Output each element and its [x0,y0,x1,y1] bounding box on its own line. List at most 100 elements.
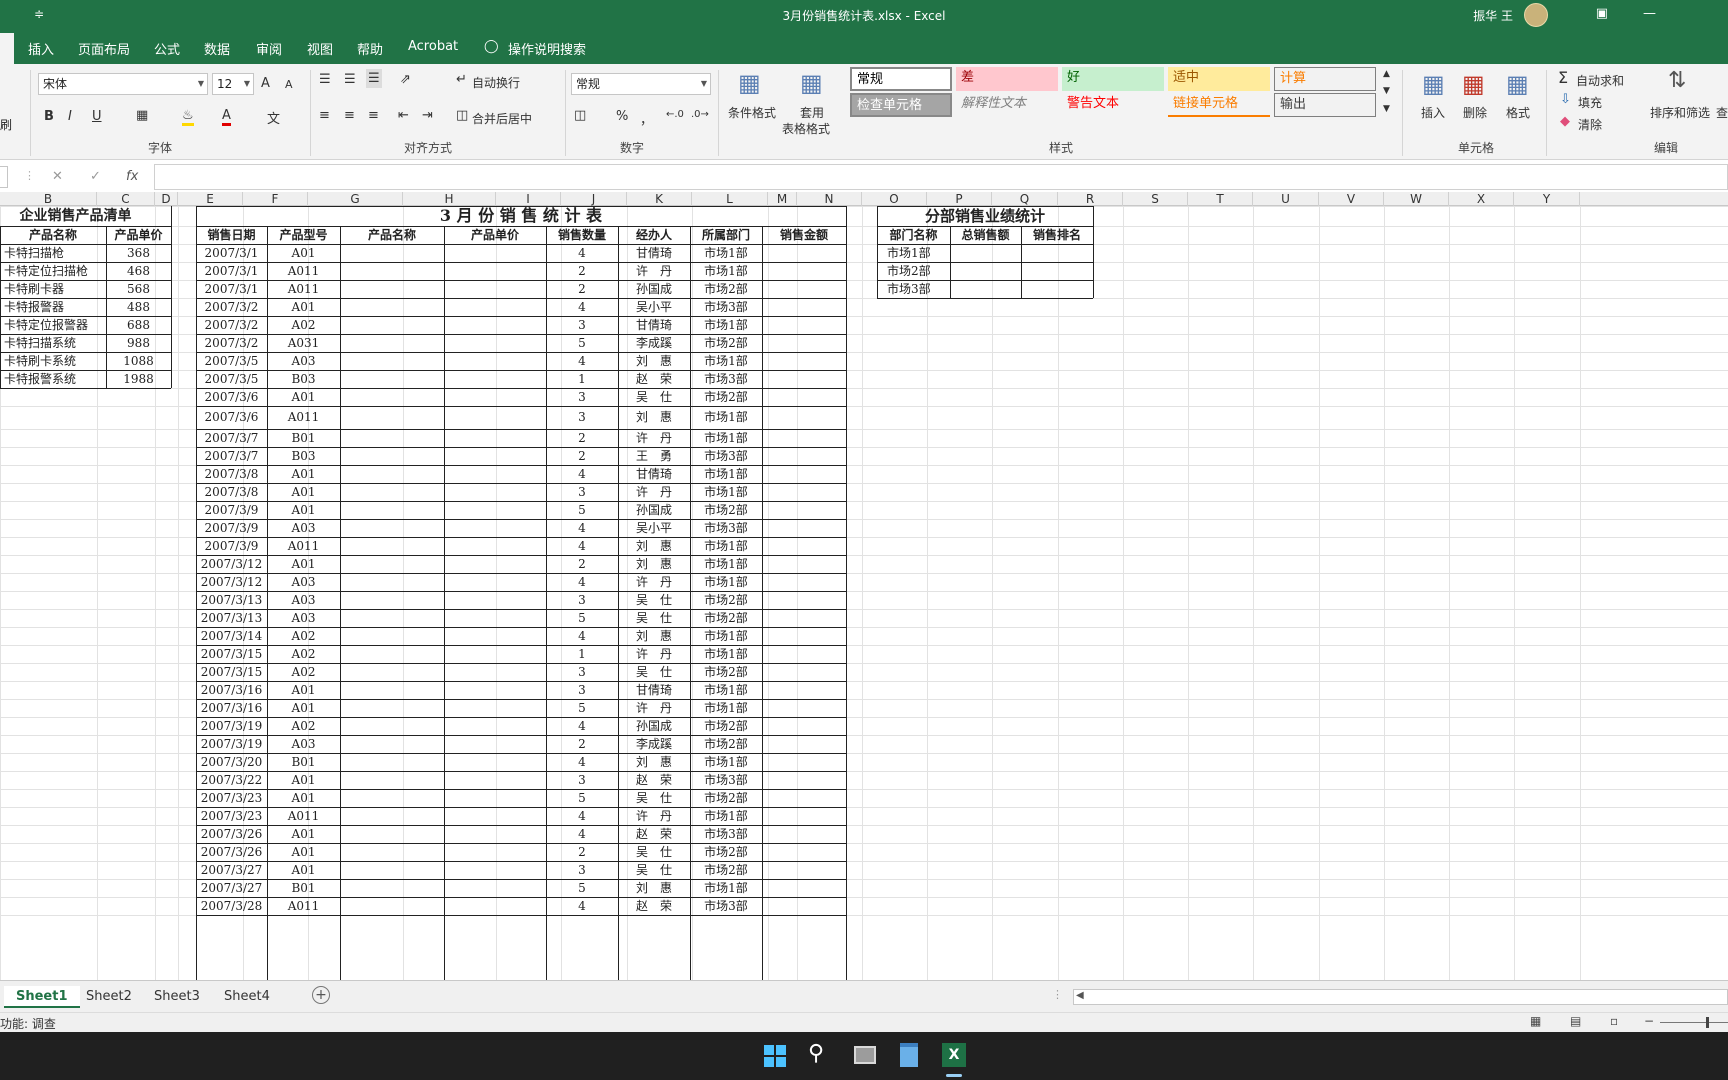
quantity-cell[interactable]: 5 [546,699,618,717]
product-price-cell[interactable]: 1988 [106,370,171,388]
cell-style-1[interactable]: 差 [956,67,1058,91]
product-model-cell[interactable]: A02 [267,316,340,334]
product-model-cell[interactable]: A02 [267,663,340,681]
merge-center-icon[interactable]: ◫ [456,108,468,123]
column-header-p[interactable]: P [927,192,992,206]
quantity-cell[interactable]: 1 [546,370,618,388]
horizontal-scrollbar[interactable]: ◀ [1073,989,1728,1005]
products-header[interactable]: 产品名称 [0,226,106,244]
increase-decimal-icon[interactable]: ←.0 [666,109,684,120]
column-header-x[interactable]: X [1449,192,1514,206]
quantity-cell[interactable]: 2 [546,735,618,753]
tab-help[interactable]: 帮助 [357,39,383,58]
sale-date-cell[interactable]: 2007/3/9 [196,519,267,537]
format-cells-icon[interactable]: ▦ [1506,70,1529,98]
department-cell[interactable]: 市场2部 [690,334,762,352]
quantity-cell[interactable]: 4 [546,825,618,843]
department-cell[interactable]: 市场3部 [690,771,762,789]
sheet-tab-2[interactable]: Sheet2 [74,986,144,1008]
quantity-cell[interactable]: 3 [546,483,618,501]
sale-date-cell[interactable]: 2007/3/2 [196,316,267,334]
department-cell[interactable]: 市场3部 [690,519,762,537]
eraser-icon[interactable]: ◆ [1560,114,1570,129]
quantity-cell[interactable]: 4 [546,573,618,591]
align-middle-icon[interactable]: ☰ [344,72,356,87]
increase-indent-icon[interactable]: ⇥ [422,108,433,123]
product-price-cell[interactable]: 1088 [106,352,171,370]
quantity-cell[interactable]: 5 [546,334,618,352]
product-model-cell[interactable]: A011 [267,807,340,825]
product-model-cell[interactable]: B01 [267,753,340,771]
quantity-cell[interactable]: 2 [546,262,618,280]
department-cell[interactable]: 市场1部 [690,807,762,825]
dept-title[interactable]: 分部销售业绩统计 [877,206,1093,226]
department-cell[interactable]: 市场2部 [690,735,762,753]
handler-cell[interactable]: 吴 仕 [618,843,690,861]
fill-color-icon[interactable]: ♨ [182,108,194,126]
table-format-button[interactable]: 套用 [800,104,824,121]
handler-cell[interactable]: 许 丹 [618,699,690,717]
tab-view[interactable]: 视图 [307,39,333,58]
sales-header[interactable]: 产品型号 [267,226,340,244]
handler-cell[interactable]: 刘 惠 [618,627,690,645]
product-name-cell[interactable]: 卡特扫描系统 [4,334,106,352]
quantity-cell[interactable]: 4 [546,519,618,537]
product-model-cell[interactable]: A03 [267,519,340,537]
sale-date-cell[interactable]: 2007/3/5 [196,352,267,370]
department-cell[interactable]: 市场1部 [690,406,762,429]
cell-style-9[interactable]: 输出 [1274,93,1376,117]
page-break-view-icon[interactable]: ▫ [1610,1014,1618,1028]
page-layout-view-icon[interactable]: ▤ [1570,1014,1581,1028]
department-cell[interactable]: 市场3部 [690,298,762,316]
quantity-cell[interactable]: 3 [546,681,618,699]
column-header-n[interactable]: N [797,192,862,206]
product-model-cell[interactable]: A01 [267,843,340,861]
department-cell[interactable]: 市场3部 [690,447,762,465]
handler-cell[interactable]: 吴 仕 [618,591,690,609]
tell-me-search[interactable]: 操作说明搜索 [508,39,586,58]
product-model-cell[interactable]: A01 [267,771,340,789]
column-header-j[interactable]: J [561,192,627,206]
product-model-cell[interactable]: A01 [267,789,340,807]
task-view-icon[interactable] [854,1046,876,1064]
department-cell[interactable]: 市场2部 [690,591,762,609]
tab-home[interactable] [0,33,14,64]
dept-header[interactable]: 销售排名 [1021,226,1093,244]
sale-date-cell[interactable]: 2007/3/16 [196,699,267,717]
product-model-cell[interactable]: A01 [267,388,340,406]
windows-start-icon[interactable] [764,1045,786,1067]
department-cell[interactable]: 市场2部 [690,843,762,861]
column-header-r[interactable]: R [1058,192,1123,206]
product-model-cell[interactable]: A01 [267,861,340,879]
table-format-icon[interactable]: ▦ [800,69,823,97]
sale-date-cell[interactable]: 2007/3/7 [196,447,267,465]
department-cell[interactable]: 市场1部 [690,483,762,501]
department-cell[interactable]: 市场1部 [690,555,762,573]
add-sheet-icon[interactable]: + [312,986,330,1004]
cell-style-6[interactable]: 解释性文本 [956,93,1058,117]
number-format-combo[interactable]: 常规 ▼ [571,73,711,95]
quantity-cell[interactable]: 2 [546,280,618,298]
product-model-cell[interactable]: A03 [267,735,340,753]
department-cell[interactable]: 市场1部 [690,879,762,897]
clear-button[interactable]: 清除 [1578,116,1602,133]
sheet-tab-4[interactable]: Sheet4 [212,986,282,1008]
quantity-cell[interactable]: 4 [546,352,618,370]
sale-date-cell[interactable]: 2007/3/27 [196,879,267,897]
sales-header[interactable]: 所属部门 [690,226,762,244]
quantity-cell[interactable]: 3 [546,861,618,879]
products-header[interactable]: 产品单价 [106,226,171,244]
department-cell[interactable]: 市场1部 [690,681,762,699]
department-cell[interactable]: 市场3部 [690,370,762,388]
cell-style-3[interactable]: 适中 [1168,67,1270,91]
product-price-cell[interactable]: 468 [106,262,171,280]
dept-header[interactable]: 总销售额 [950,226,1021,244]
tab-acrobat[interactable]: Acrobat [408,39,458,54]
column-header-t[interactable]: T [1188,192,1253,206]
comma-button[interactable]: ， [640,109,653,128]
sales-header[interactable]: 经办人 [618,226,690,244]
quantity-cell[interactable]: 4 [546,298,618,316]
quantity-cell[interactable]: 5 [546,789,618,807]
sale-date-cell[interactable]: 2007/3/15 [196,663,267,681]
department-cell[interactable]: 市场1部 [690,465,762,483]
